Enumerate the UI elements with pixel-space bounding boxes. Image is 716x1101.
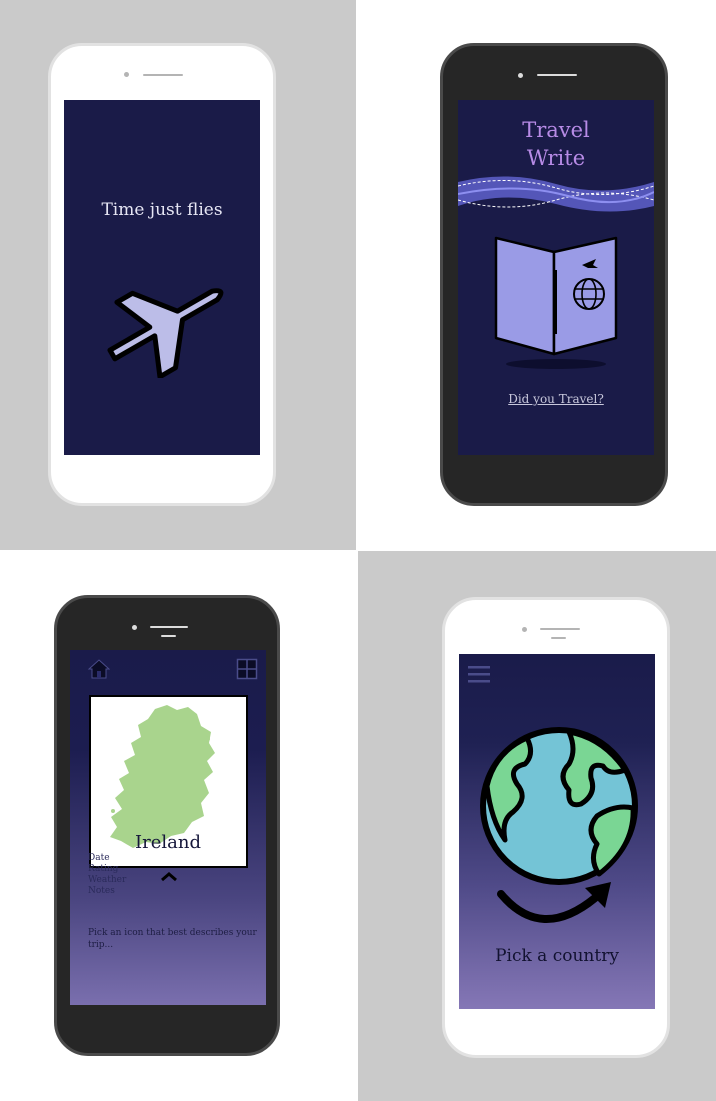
splash-tagline: Time just flies [101, 200, 223, 220]
speaker-grille [150, 626, 188, 628]
field-notes[interactable]: Notes [88, 886, 115, 896]
icon-prompt: Pick an icon that best describes your tr… [88, 928, 257, 950]
welcome-screen: Travel Write Did you Travel? [458, 100, 654, 455]
speaker-grille-lower [161, 635, 176, 637]
field-rating[interactable]: Rating [88, 864, 118, 874]
speaker-grille [143, 74, 183, 76]
speaker-grille-lower [551, 637, 566, 639]
grid-icon[interactable] [236, 658, 258, 680]
chevron-up-icon[interactable] [160, 872, 178, 882]
airplane-icon [107, 288, 224, 378]
phone-mockup-picker: Pick a country [442, 597, 670, 1058]
did-you-travel-link[interactable]: Did you Travel? [458, 392, 654, 406]
country-screen: Ireland Date Rating Weather Notes Pick a… [70, 650, 266, 1005]
passport-icon [494, 236, 618, 369]
field-date[interactable]: Date [88, 853, 110, 863]
picker-screen: Pick a country [459, 654, 655, 1009]
front-camera [132, 625, 137, 630]
app-title-line-1: Travel [522, 118, 590, 142]
field-weather[interactable]: Weather [88, 875, 126, 885]
phone-mockup-welcome: Travel Write Did you Travel? [440, 43, 668, 506]
pick-country-label[interactable]: Pick a country [459, 946, 655, 966]
speaker-grille [540, 628, 580, 630]
phone-mockup-country: Ireland Date Rating Weather Notes Pick a… [54, 595, 280, 1056]
front-camera [124, 72, 129, 77]
splash-screen: Time just flies [64, 100, 260, 455]
app-title-line-2: Write [526, 146, 586, 170]
curved-arrow-icon [497, 882, 611, 923]
front-camera [522, 627, 527, 632]
home-icon[interactable] [88, 658, 110, 680]
wave-decoration [458, 176, 654, 212]
country-name: Ireland [135, 832, 201, 853]
hamburger-menu-icon[interactable] [468, 664, 490, 684]
phone-mockup-splash: Time just flies [48, 43, 276, 506]
front-camera [518, 73, 523, 78]
globe-icon[interactable] [477, 724, 641, 888]
speaker-grille [537, 74, 577, 76]
